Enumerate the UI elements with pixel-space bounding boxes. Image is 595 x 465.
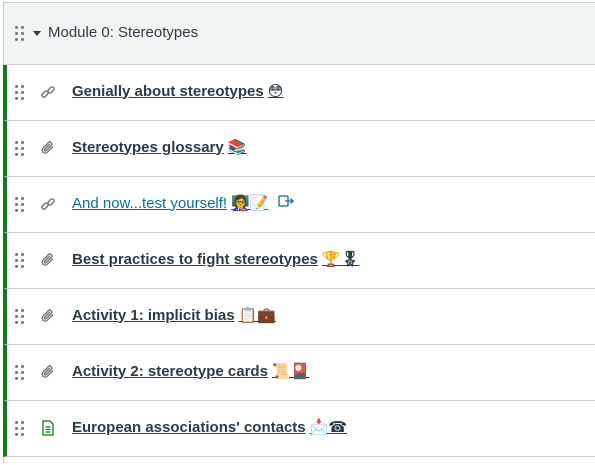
module-item-emoji: 📚 <box>227 138 247 156</box>
module-item-external-link[interactable]: And now...test yourself! 👩‍🏫📝 <box>72 194 295 212</box>
paperclip-icon <box>39 307 57 325</box>
link-icon <box>39 83 57 101</box>
module-item-title: Stereotypes glossary <box>72 138 224 156</box>
drag-handle-icon[interactable] <box>15 365 25 381</box>
module-item-link[interactable]: Best practices to fight stereotypes 🏆🎖 <box>72 250 360 268</box>
drag-handle-icon[interactable] <box>15 309 25 325</box>
paperclip-icon <box>39 139 57 157</box>
external-link-icon <box>278 194 295 212</box>
paperclip-icon <box>39 251 57 269</box>
module-item-title: Activity 1: implicit bias <box>72 306 235 324</box>
drag-handle-icon[interactable] <box>15 85 25 101</box>
module-item: European associations' contacts 📩☎ <box>3 401 595 457</box>
module-item-link[interactable]: European associations' contacts 📩☎ <box>72 418 347 436</box>
drag-handle-icon[interactable] <box>15 26 25 42</box>
drag-handle-icon[interactable] <box>15 141 25 157</box>
module-item: Genially about stereotypes 😳 <box>3 65 595 121</box>
paperclip-icon <box>39 363 57 381</box>
module-item-title: Activity 2: stereotype cards <box>72 362 268 380</box>
module-title: Module 0: Stereotypes <box>48 24 199 41</box>
module-header[interactable]: Module 0: Stereotypes <box>4 3 595 65</box>
module-item-emoji: 📩☎ <box>309 418 348 436</box>
module-item-emoji: 😳 <box>267 82 284 100</box>
module-items-list: Genially about stereotypes 😳 Stereotypes… <box>3 65 595 457</box>
page-icon <box>39 419 57 437</box>
drag-handle-icon[interactable] <box>15 253 25 269</box>
module-item-emoji: 📜🎴 <box>271 362 310 380</box>
module-item-title: And now...test yourself! <box>72 194 228 212</box>
module-item-title: European associations' contacts <box>72 418 306 436</box>
module-item-link[interactable]: Stereotypes glossary 📚 <box>72 138 246 156</box>
module-item: Activity 2: stereotype cards 📜🎴 <box>3 345 595 401</box>
module-item-emoji: 🏆🎖 <box>321 250 360 268</box>
drag-handle-icon[interactable] <box>15 421 25 437</box>
module-item-link[interactable]: Genially about stereotypes 😳 <box>72 82 283 100</box>
module-item-emoji: 👩‍🏫📝 <box>231 194 269 212</box>
module-item: Activity 1: implicit bias 📋💼 <box>3 289 595 345</box>
module-item-title: Genially about stereotypes <box>72 82 264 100</box>
module-item: And now...test yourself! 👩‍🏫📝 <box>3 177 595 233</box>
module-container: Module 0: Stereotypes Genially about ste… <box>3 2 595 463</box>
drag-handle-icon[interactable] <box>15 197 25 213</box>
module-item: Best practices to fight stereotypes 🏆🎖 <box>3 233 595 289</box>
module-item-title: Best practices to fight stereotypes <box>72 250 318 268</box>
caret-down-icon[interactable] <box>33 31 41 36</box>
module-item-emoji: 📋💼 <box>238 306 276 324</box>
link-icon <box>39 195 57 213</box>
module-item: Stereotypes glossary 📚 <box>3 121 595 177</box>
module-item-link[interactable]: Activity 1: implicit bias 📋💼 <box>72 306 276 324</box>
module-item-link[interactable]: Activity 2: stereotype cards 📜🎴 <box>72 362 309 380</box>
